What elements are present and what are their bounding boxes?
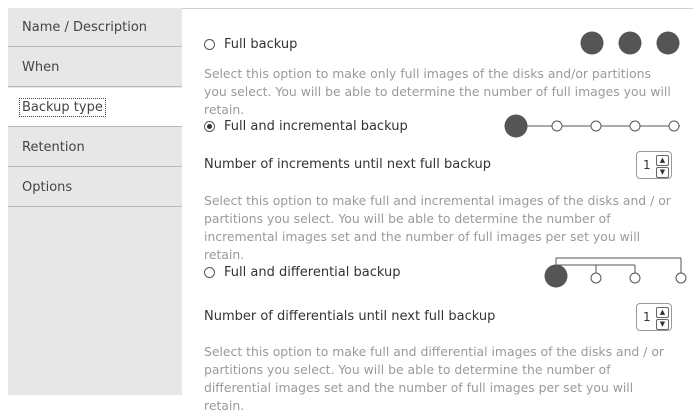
chevron-up-icon[interactable]: ▲	[656, 154, 669, 166]
differential-backup-description: Select this option to make full and diff…	[204, 344, 665, 413]
sidebar-item-options[interactable]: Options	[8, 168, 182, 207]
sidebar-nav: Name / Description When Backup type Rete…	[8, 8, 182, 395]
full-backup-label: Full backup	[224, 36, 298, 52]
differential-backup-label: Full and differential backup	[224, 264, 401, 280]
full-backup-description: Select this option to make only full ima…	[204, 66, 671, 117]
sidebar-item-label: When	[22, 60, 60, 75]
chevron-down-icon[interactable]: ▼	[656, 166, 669, 178]
three-full-images-icon	[580, 31, 680, 55]
sidebar-item-label: Retention	[22, 140, 85, 155]
increments-stepper[interactable]: 1 ▲ ▼	[636, 151, 672, 179]
backup-type-panel: Full backup Select this option to make o…	[182, 9, 693, 413]
incremental-backup-radio[interactable]	[204, 120, 215, 132]
sidebar-item-when[interactable]: When	[8, 48, 182, 87]
differentials-stepper[interactable]: 1 ▲ ▼	[636, 303, 672, 331]
chevron-down-icon[interactable]: ▼	[656, 318, 669, 330]
increments-field-label: Number of increments until next full bac…	[204, 157, 491, 172]
full-backup-option[interactable]: Full backup	[204, 34, 297, 54]
sidebar-item-name-description[interactable]: Name / Description	[8, 8, 182, 47]
incremental-backup-label: Full and incremental backup	[224, 118, 408, 134]
full-backup-radio[interactable]	[204, 38, 215, 50]
sidebar-item-label: Backup type	[19, 98, 106, 117]
differential-backup-option[interactable]: Full and differential backup	[204, 262, 400, 282]
sidebar-item-retention[interactable]: Retention	[8, 128, 182, 167]
differential-backup-radio[interactable]	[204, 266, 215, 278]
differentials-field-label: Number of differentials until next full …	[204, 309, 496, 324]
differentials-value[interactable]: 1	[643, 310, 651, 324]
increments-value[interactable]: 1	[643, 158, 651, 172]
differential-tree-icon	[544, 257, 687, 288]
sidebar-item-backup-type[interactable]: Backup type	[8, 88, 182, 127]
sidebar-item-label: Options	[22, 180, 73, 195]
sidebar-item-label: Name / Description	[22, 20, 148, 35]
incremental-chain-icon	[504, 114, 680, 138]
incremental-backup-option[interactable]: Full and incremental backup	[204, 116, 408, 136]
chevron-up-icon[interactable]: ▲	[656, 306, 669, 318]
